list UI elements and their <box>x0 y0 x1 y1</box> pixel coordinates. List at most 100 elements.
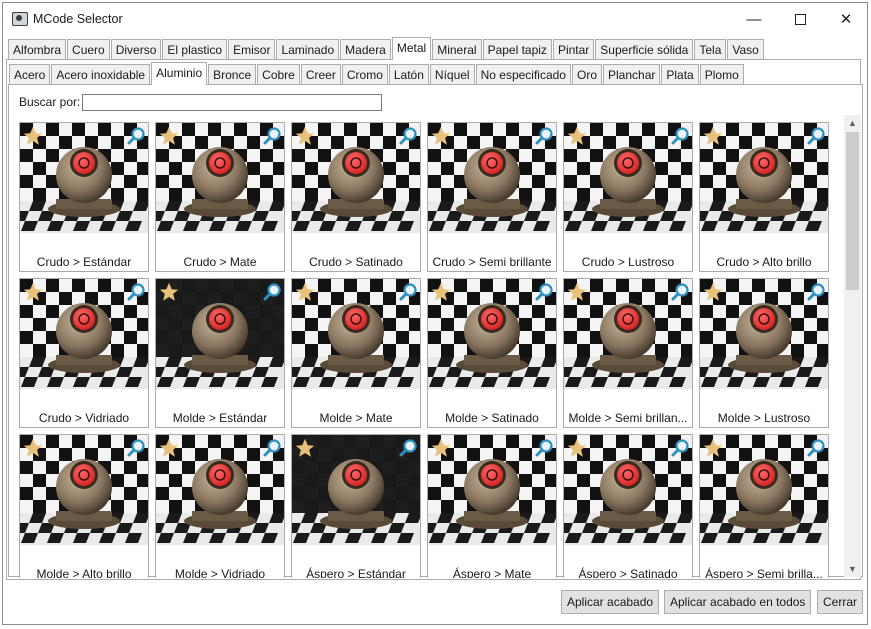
close-window-button[interactable]: ✕ <box>823 3 869 35</box>
tab-vaso[interactable]: Vaso <box>727 39 764 59</box>
tab-emisor[interactable]: Emisor <box>228 39 276 59</box>
subtab-creer[interactable]: Creer <box>300 64 341 84</box>
scroll-down-arrow-icon[interactable]: ▼ <box>844 561 861 577</box>
material-card[interactable]: Áspero > Satinado <box>563 434 693 578</box>
material-card[interactable]: Crudo > Vidriado <box>19 278 149 428</box>
favorite-star-icon[interactable] <box>566 281 588 303</box>
material-card[interactable]: Molde > Vidriado <box>155 434 285 578</box>
material-label: Crudo > Semi brillante <box>432 255 552 269</box>
vertical-scrollbar[interactable]: ▲ ▼ <box>844 115 861 577</box>
title-bar[interactable]: MCode Selector — ✕ <box>3 3 867 35</box>
close-icon: ✕ <box>839 11 853 28</box>
zoom-magnifier-icon[interactable] <box>126 282 146 302</box>
favorite-star-icon[interactable] <box>158 281 180 303</box>
favorite-star-icon[interactable] <box>702 437 724 459</box>
subtab-oro[interactable]: Oro <box>571 64 602 84</box>
tab-el-plastico[interactable]: El plastico <box>162 39 228 59</box>
material-card[interactable]: Molde > Alto brillo <box>19 434 149 578</box>
material-card[interactable]: Crudo > Mate <box>155 122 285 272</box>
favorite-star-icon[interactable] <box>294 437 316 459</box>
tab-diverso[interactable]: Diverso <box>110 39 162 59</box>
favorite-star-icon[interactable] <box>158 437 180 459</box>
subtab-planchar[interactable]: Planchar <box>603 64 661 84</box>
tab-papel-tapiz[interactable]: Papel tapiz <box>482 39 552 59</box>
material-card[interactable]: Molde > Satinado <box>427 278 557 428</box>
tab-cuero[interactable]: Cuero <box>67 39 110 59</box>
favorite-star-icon[interactable] <box>158 125 180 147</box>
subtab-niquel[interactable]: Níquel <box>429 64 475 84</box>
tab-alfombra[interactable]: Alfombra <box>8 39 67 59</box>
material-card[interactable]: Áspero > Semi brilla... <box>699 434 829 578</box>
scrollbar-thumb[interactable] <box>846 132 859 290</box>
subtab-aluminio[interactable]: Aluminio <box>151 62 208 85</box>
favorite-star-icon[interactable] <box>430 125 452 147</box>
search-label: Buscar por: <box>19 95 81 109</box>
subtab-cromo[interactable]: Cromo <box>341 64 388 84</box>
maximize-icon <box>794 13 806 25</box>
zoom-magnifier-icon[interactable] <box>126 126 146 146</box>
favorite-star-icon[interactable] <box>294 281 316 303</box>
scroll-up-arrow-icon[interactable]: ▲ <box>844 115 861 131</box>
zoom-magnifier-icon[interactable] <box>398 282 418 302</box>
material-card[interactable]: Crudo > Semi brillante <box>427 122 557 272</box>
zoom-magnifier-icon[interactable] <box>398 438 418 458</box>
tab-superficie-solida[interactable]: Superficie sólida <box>595 39 694 59</box>
material-card[interactable]: Molde > Semi brillan... <box>563 278 693 428</box>
zoom-magnifier-icon[interactable] <box>670 282 690 302</box>
favorite-star-icon[interactable] <box>294 125 316 147</box>
zoom-magnifier-icon[interactable] <box>262 126 282 146</box>
tab-mineral[interactable]: Mineral <box>432 39 482 59</box>
favorite-star-icon[interactable] <box>566 437 588 459</box>
subtab-plomo[interactable]: Plomo <box>699 64 744 84</box>
zoom-magnifier-icon[interactable] <box>126 438 146 458</box>
subtab-bronce[interactable]: Bronce <box>208 64 257 84</box>
subtab-cobre[interactable]: Cobre <box>257 64 300 84</box>
material-card[interactable]: Crudo > Alto brillo <box>699 122 829 272</box>
favorite-star-icon[interactable] <box>22 125 44 147</box>
favorite-star-icon[interactable] <box>702 281 724 303</box>
zoom-magnifier-icon[interactable] <box>262 438 282 458</box>
favorite-star-icon[interactable] <box>22 437 44 459</box>
material-card[interactable]: Molde > Estándar <box>155 278 285 428</box>
material-card[interactable]: Molde > Mate <box>291 278 421 428</box>
material-card[interactable]: Crudo > Lustroso <box>563 122 693 272</box>
maximize-button[interactable] <box>777 3 823 35</box>
zoom-magnifier-icon[interactable] <box>534 282 554 302</box>
apply-finish-all-button[interactable]: Aplicar acabado en todos <box>664 590 812 614</box>
tab-madera[interactable]: Madera <box>340 39 391 59</box>
zoom-magnifier-icon[interactable] <box>398 126 418 146</box>
favorite-star-icon[interactable] <box>702 125 724 147</box>
zoom-magnifier-icon[interactable] <box>534 438 554 458</box>
tab-tela[interactable]: Tela <box>694 39 727 59</box>
zoom-magnifier-icon[interactable] <box>670 438 690 458</box>
subtab-laton[interactable]: Latón <box>388 64 429 84</box>
favorite-star-icon[interactable] <box>566 125 588 147</box>
search-input[interactable] <box>82 94 382 111</box>
favorite-star-icon[interactable] <box>22 281 44 303</box>
zoom-magnifier-icon[interactable] <box>670 126 690 146</box>
zoom-magnifier-icon[interactable] <box>806 438 826 458</box>
apply-finish-button[interactable]: Aplicar acabado <box>561 590 660 614</box>
category-tabs: Alfombra Cuero Diverso El plastico Emisor Lam… <box>8 37 765 60</box>
subtab-no-especificado[interactable]: No especificado <box>475 64 571 84</box>
material-card[interactable]: Molde > Lustroso <box>699 278 829 428</box>
material-label: Áspero > Mate <box>452 567 532 578</box>
minimize-button[interactable]: — <box>731 3 777 35</box>
zoom-magnifier-icon[interactable] <box>534 126 554 146</box>
close-button[interactable]: Cerrar <box>817 590 864 614</box>
favorite-star-icon[interactable] <box>430 437 452 459</box>
tab-pintar[interactable]: Pintar <box>552 39 595 59</box>
zoom-magnifier-icon[interactable] <box>806 126 826 146</box>
subtab-acero[interactable]: Acero <box>9 64 51 84</box>
zoom-magnifier-icon[interactable] <box>262 282 282 302</box>
material-card[interactable]: Áspero > Mate <box>427 434 557 578</box>
material-card[interactable]: Crudo > Satinado <box>291 122 421 272</box>
subtab-acero-inoxidable[interactable]: Acero inoxidable <box>51 64 151 84</box>
tab-metal[interactable]: Metal <box>391 37 432 60</box>
material-card[interactable]: Áspero > Estándar <box>291 434 421 578</box>
material-card[interactable]: Crudo > Estándar <box>19 122 149 272</box>
zoom-magnifier-icon[interactable] <box>806 282 826 302</box>
subtab-plata[interactable]: Plata <box>661 64 699 84</box>
tab-laminado[interactable]: Laminado <box>276 39 340 59</box>
favorite-star-icon[interactable] <box>430 281 452 303</box>
